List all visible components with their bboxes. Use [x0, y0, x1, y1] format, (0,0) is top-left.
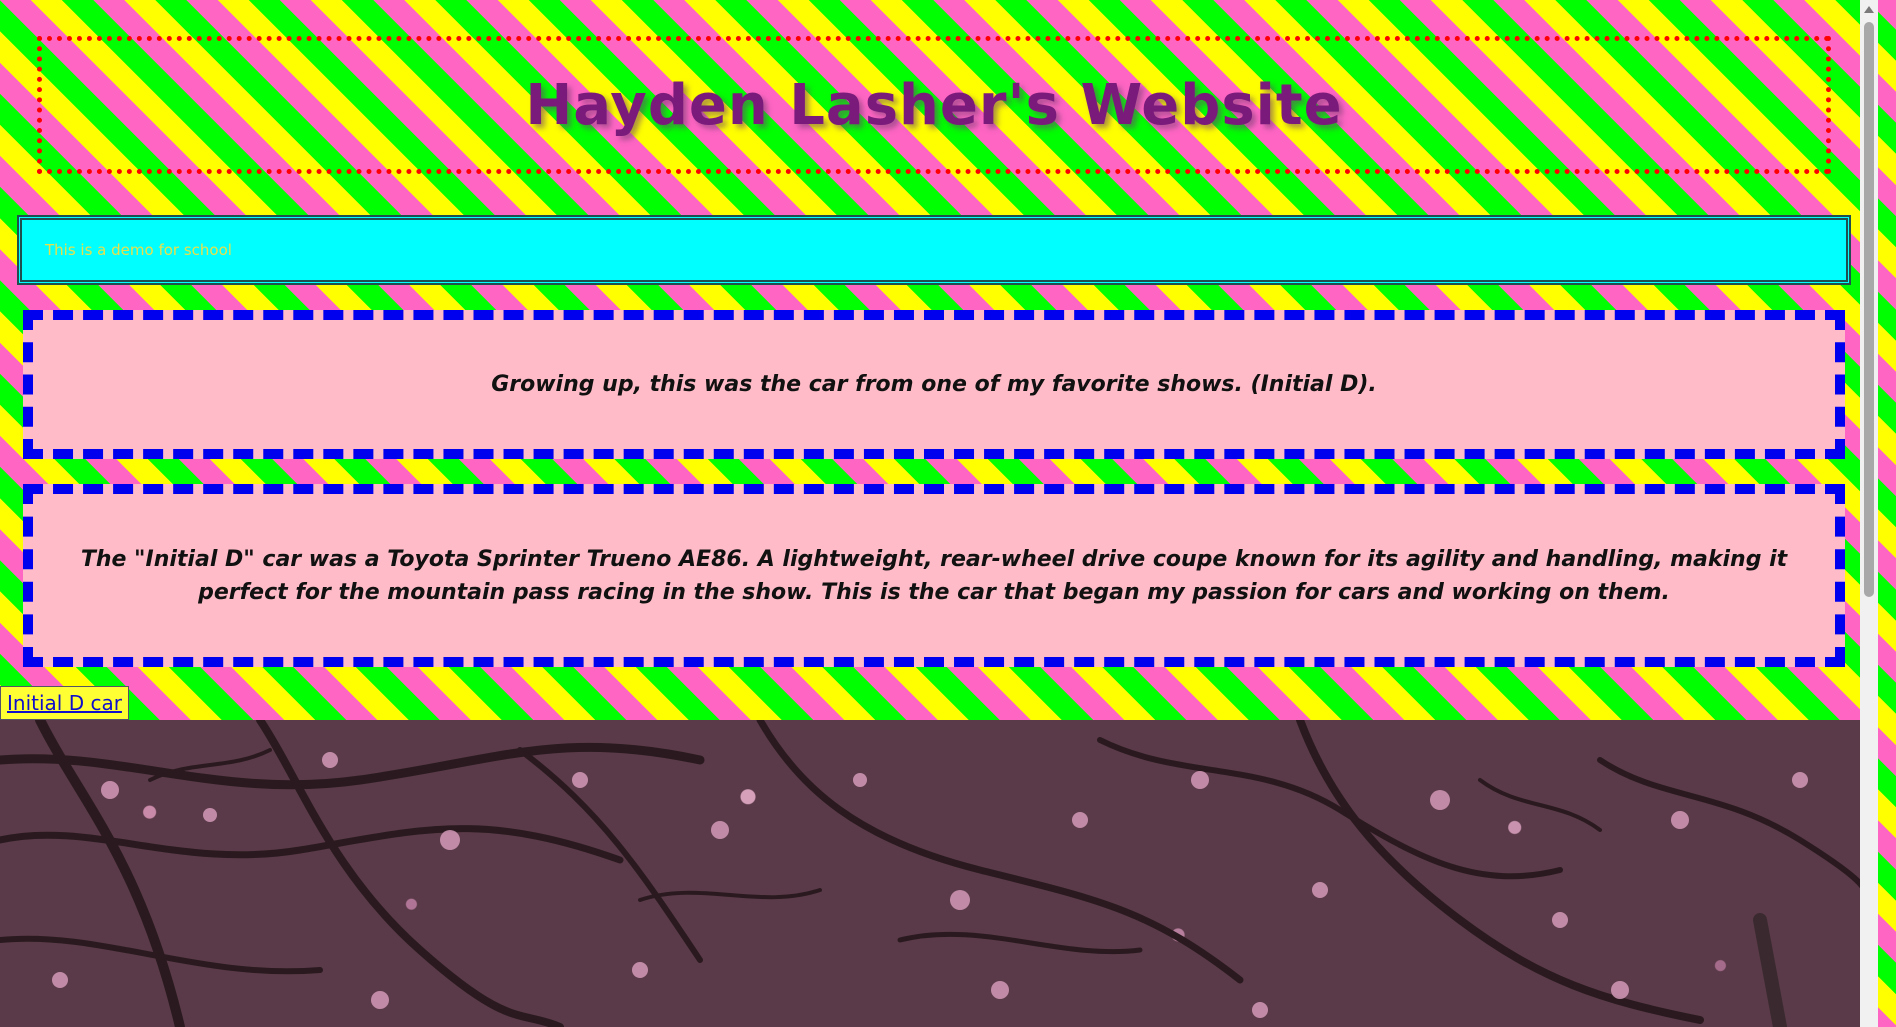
car-description-text: The "Initial D" car was a Toyota Sprinte…: [80, 546, 1788, 605]
initial-d-car-link[interactable]: Initial D car: [7, 691, 122, 715]
scroll-up-arrow-icon[interactable]: [1864, 6, 1874, 13]
intro-text: Growing up, this was the car from one of…: [491, 372, 1377, 397]
scrollbar-thumb[interactable]: [1864, 22, 1874, 597]
vertical-scrollbar[interactable]: [1860, 0, 1878, 1027]
intro-card: Growing up, this was the car from one of…: [23, 310, 1845, 459]
header-banner: Hayden Lasher's Website: [37, 36, 1831, 174]
demo-notice-bar: This is a demo for school: [17, 215, 1851, 285]
page: Hayden Lasher's Website This is a demo f…: [0, 0, 1878, 1027]
demo-notice-text: This is a demo for school: [45, 241, 232, 259]
photo-branches: [0, 720, 1870, 1027]
page-title: Hayden Lasher's Website: [525, 72, 1343, 138]
car-link-box: Initial D car: [0, 686, 129, 720]
car-description-card: The "Initial D" car was a Toyota Sprinte…: [23, 484, 1845, 667]
cherry-blossom-photo: [0, 720, 1870, 1027]
